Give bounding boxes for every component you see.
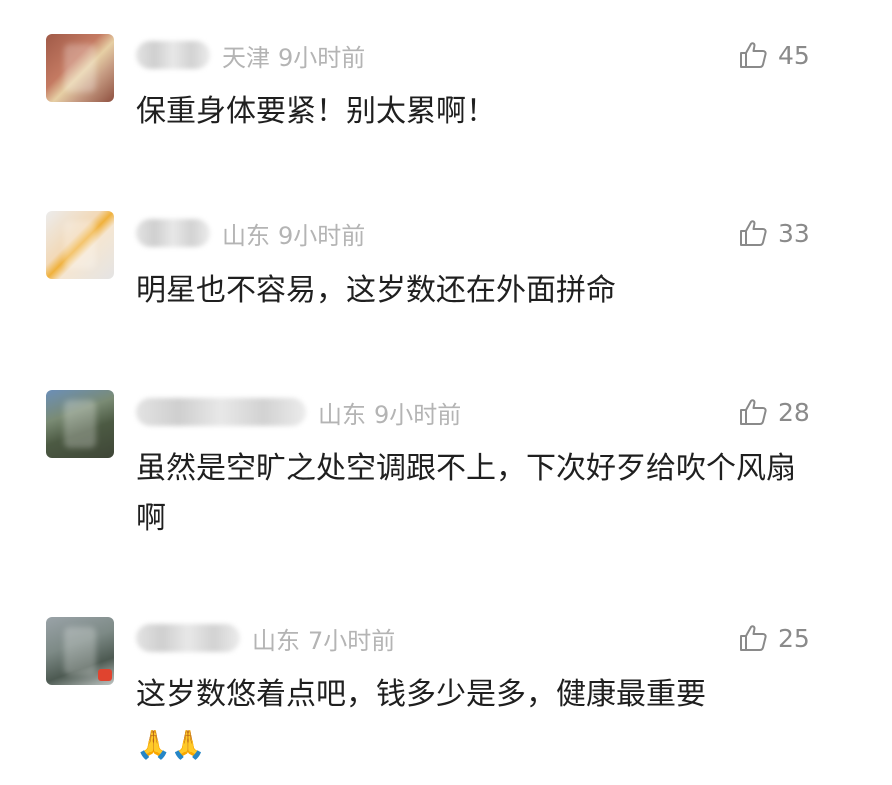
thumbs-up-icon	[740, 42, 767, 68]
username-redacted[interactable]	[136, 41, 210, 69]
like-count: 33	[778, 218, 810, 248]
folded-hands-emoji: 🙏🙏	[136, 728, 206, 761]
username-redacted[interactable]	[136, 398, 306, 426]
comment-list: 天津 9小时前 45 保重身体要紧！别太累啊！ 山东 9小时前 33 明星也不容…	[0, 0, 892, 785]
location-label: 山东	[222, 221, 270, 250]
location-label: 天津	[222, 43, 270, 72]
avatar-blur	[64, 400, 96, 448]
avatar[interactable]	[46, 617, 114, 685]
like-button[interactable]: 33	[738, 216, 810, 250]
like-count: 25	[778, 623, 810, 653]
comment-text: 明星也不容易，这岁数还在外面拼命	[136, 273, 616, 308]
username-redacted[interactable]	[136, 219, 210, 247]
location-label: 山东	[318, 400, 366, 429]
timestamp: 9小时前	[278, 221, 366, 250]
like-count: 45	[778, 40, 810, 70]
comment-meta: 山东 7小时前	[136, 621, 395, 655]
avatar-blur	[64, 221, 96, 269]
timestamp: 9小时前	[278, 43, 366, 72]
thumbs-up-icon	[740, 220, 767, 246]
avatar[interactable]	[46, 211, 114, 279]
like-button[interactable]: 45	[738, 38, 810, 72]
like-button[interactable]: 28	[738, 395, 810, 429]
thumbs-up-icon	[740, 399, 767, 425]
comment-text: 这岁数悠着点吧，钱多少是多，健康最重要 🙏🙏	[136, 670, 816, 770]
thumbs-up-icon	[740, 625, 767, 651]
username-redacted[interactable]	[136, 624, 240, 652]
comment-text-body: 这岁数悠着点吧，钱多少是多，健康最重要	[136, 677, 706, 712]
avatar[interactable]	[46, 390, 114, 458]
comment-meta: 山东 9小时前	[136, 395, 461, 429]
avatar-blur	[64, 627, 96, 675]
location-label: 山东	[252, 626, 300, 655]
like-count: 28	[778, 397, 810, 427]
avatar[interactable]	[46, 34, 114, 102]
avatar-blur	[64, 44, 96, 92]
comment-text: 保重身体要紧！别太累啊！	[136, 94, 496, 129]
timestamp: 9小时前	[374, 400, 462, 429]
comment-meta: 山东 9小时前	[136, 216, 365, 250]
avatar-badge	[98, 669, 112, 681]
comment-meta: 天津 9小时前	[136, 38, 365, 72]
timestamp: 7小时前	[308, 626, 396, 655]
comment-text: 虽然是空旷之处空调跟不上，下次好歹给吹个风扇啊	[136, 451, 796, 536]
like-button[interactable]: 25	[738, 621, 810, 655]
